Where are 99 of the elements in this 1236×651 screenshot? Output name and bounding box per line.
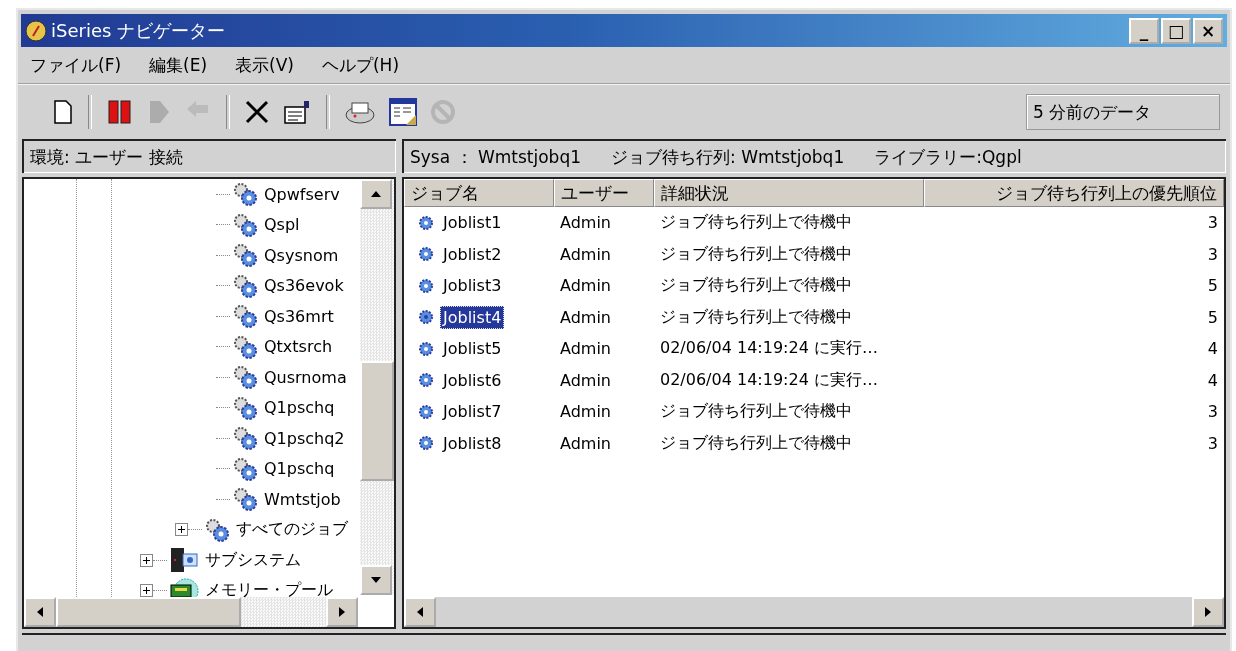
compass-icon [25, 19, 47, 42]
table-cell-text: 3 [1206, 244, 1219, 264]
tree-item[interactable]: サブシステム [205, 549, 301, 571]
tree-item[interactable]: Qpwfserv [264, 184, 340, 204]
tree-item[interactable]: Qsysnom [264, 245, 339, 265]
column-header[interactable]: ジョブ名 [404, 179, 554, 207]
tree-item[interactable]: Wmtstjob [264, 489, 341, 509]
menu-item[interactable]: 編集(E) [149, 53, 208, 77]
column-header[interactable]: 詳細状況 [654, 179, 924, 207]
table-cell-text: Admin [559, 402, 612, 422]
gear-icon [418, 435, 434, 452]
menu-item[interactable]: ファイル(F) [30, 53, 122, 77]
gears-icon [232, 486, 258, 513]
tree-item[interactable]: Qusrnoma [264, 367, 347, 387]
tree-item[interactable]: Q1pschq [264, 398, 335, 418]
gears-icon [232, 303, 258, 330]
table-cell-text: Admin [559, 244, 612, 264]
gears-icon [232, 242, 258, 269]
job-name[interactable]: Joblist5 [440, 337, 505, 361]
table-cell-text: ジョブ待ち行列上で待機中 [659, 243, 853, 265]
job-name[interactable]: Joblist8 [440, 431, 505, 455]
tree-item[interactable]: Q1pschq2 [264, 428, 345, 448]
job-name[interactable]: Joblist4 [440, 305, 505, 329]
table-cell-text: Admin [559, 339, 612, 359]
gear-icon [418, 214, 434, 231]
table-cell-text: ジョブ待ち行列上で待機中 [659, 401, 853, 423]
gears-icon [232, 272, 258, 299]
columns-button[interactable] [386, 95, 420, 129]
gears-icon [232, 455, 258, 482]
gears-icon [232, 394, 258, 421]
tree-item[interactable]: Qspl [264, 215, 300, 235]
menu-item[interactable]: ヘルプ(H) [321, 53, 400, 77]
tree-item[interactable]: Q1pschq [264, 459, 335, 479]
table-cell-text: 3 [1206, 213, 1219, 233]
path-header: Sysa ： Wmtstjobq1 ジョブ待ち行列: Wmtstjobq1 ライブラリー:Qgpl [402, 139, 1226, 173]
right-arrow-icon [1204, 606, 1212, 618]
job-name[interactable]: Joblist6 [440, 368, 505, 392]
plus-icon [142, 555, 151, 565]
gears-icon [232, 425, 258, 452]
gear-icon [418, 372, 434, 389]
gear-icon [418, 246, 434, 263]
menu-item[interactable]: 表示(V) [235, 53, 294, 77]
gears-icon [204, 516, 230, 543]
expand-toggle[interactable] [140, 553, 153, 567]
minimize-button[interactable]: _ [1129, 17, 1159, 44]
right-arrow-icon [338, 606, 346, 618]
horizontal-scrollbar[interactable] [24, 597, 358, 627]
expand-toggle[interactable] [175, 523, 188, 537]
table-cell-text: 5 [1206, 276, 1219, 296]
plus-icon [142, 586, 151, 596]
table-cell-text: 02/06/04 14:19:24 に実行… [659, 338, 879, 360]
job-name[interactable]: Joblist2 [440, 242, 505, 266]
left-arrow-icon [36, 606, 44, 618]
table-cell-text: Admin [559, 276, 612, 296]
gears-icon [232, 333, 258, 360]
gears-icon [232, 364, 258, 391]
table-cell-text: ジョブ待ち行列上で待機中 [659, 306, 853, 328]
gear-icon [418, 309, 434, 326]
table-cell-text: 4 [1206, 339, 1219, 359]
horizontal-scrollbar[interactable] [404, 597, 1224, 627]
up-arrow-icon [370, 190, 382, 198]
tree-item[interactable]: Qs36mrt [264, 306, 334, 326]
table-cell-text: 02/06/04 14:19:24 に実行… [659, 369, 879, 391]
table-cell-text: 4 [1206, 370, 1219, 390]
table-cell-text: ジョブ待ち行列上で待機中 [659, 212, 853, 234]
gear-icon [418, 277, 434, 294]
table-cell-text: Admin [559, 213, 612, 233]
column-header[interactable]: ユーザー [554, 179, 654, 207]
environment-header: 環境: ユーザー 接続 [22, 139, 396, 173]
plus-icon [177, 525, 186, 535]
gear-icon [418, 403, 434, 420]
job-name[interactable]: Joblist3 [440, 274, 505, 298]
tree-item[interactable]: Qtxtsrch [264, 337, 333, 357]
job-name[interactable]: Joblist1 [440, 211, 505, 235]
table-cell-text: 3 [1206, 433, 1219, 453]
tree-item[interactable]: すべてのジョブ [236, 519, 348, 541]
close-button[interactable]: × [1193, 17, 1223, 44]
table-cell-text: ジョブ待ち行列上で待機中 [659, 275, 853, 297]
table-cell-text: Admin [559, 370, 612, 390]
table-cell-text: ジョブ待ち行列上で待機中 [659, 432, 853, 454]
job-name[interactable]: Joblist7 [440, 400, 505, 424]
tree-item[interactable]: メモリー・プール [205, 580, 333, 597]
server-icon [169, 547, 199, 574]
column-header[interactable]: ジョブ待ち行列上の優先順位 [924, 179, 1224, 207]
maximize-button[interactable]: □ [1161, 17, 1191, 44]
window-title: iSeries ナビゲーター [51, 18, 226, 43]
left-arrow-icon [416, 606, 424, 618]
gears-icon [232, 211, 258, 238]
expand-toggle[interactable] [140, 584, 153, 597]
data-age-field: 5 分前のデータ [1026, 94, 1220, 130]
table-cell-text: 5 [1206, 307, 1219, 327]
tree-item[interactable]: Qs36evok [264, 276, 344, 296]
gear-icon [418, 340, 434, 357]
table-cell-text: Admin [559, 307, 612, 327]
down-arrow-icon [370, 576, 382, 584]
table-cell-text: 3 [1206, 402, 1219, 422]
table-cell-text: Admin [559, 433, 612, 453]
vertical-scrollbar[interactable] [360, 179, 394, 595]
gears-icon [232, 181, 258, 208]
